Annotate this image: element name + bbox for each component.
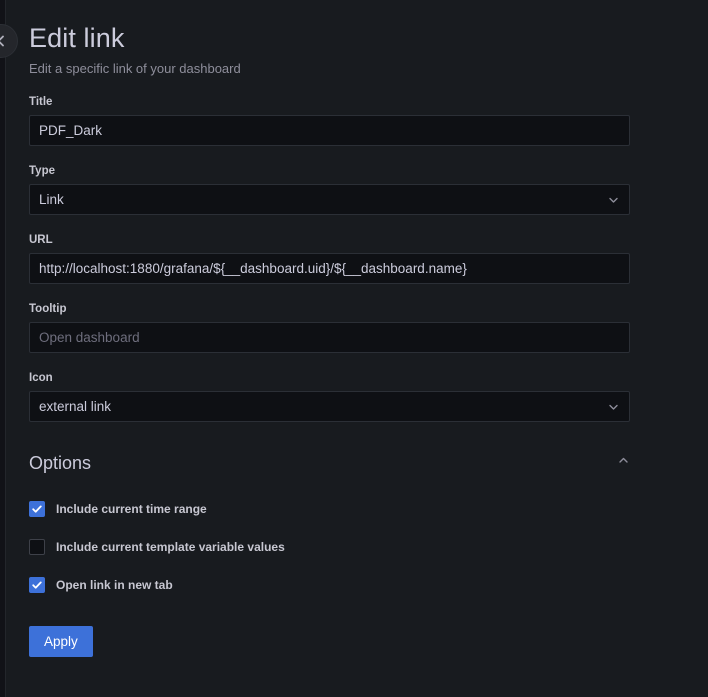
checkbox-label-include-template-vars: Include current template variable values	[56, 540, 285, 554]
apply-button[interactable]: Apply	[29, 626, 93, 657]
field-icon: Icon external link	[29, 371, 636, 422]
check-icon	[32, 505, 42, 513]
check-icon	[32, 581, 42, 589]
checkbox-row-include-template-vars[interactable]: Include current template variable values	[29, 539, 630, 555]
chevron-down-icon	[607, 193, 620, 206]
chevron-left-icon	[0, 34, 8, 48]
tooltip-label: Tooltip	[29, 303, 67, 315]
tooltip-input[interactable]: Open dashboard	[29, 322, 630, 353]
edit-link-pane: Edit link Edit a specific link of your d…	[0, 0, 708, 697]
options-section-header[interactable]: Options	[29, 452, 630, 474]
title-label: Title	[29, 96, 53, 108]
type-label: Type	[29, 165, 55, 177]
checkbox-open-new-tab[interactable]	[29, 577, 45, 593]
title-input[interactable]: PDF_Dark	[29, 115, 630, 146]
field-type: Type Link	[29, 164, 636, 215]
checkbox-include-template-vars[interactable]	[29, 539, 45, 555]
checkbox-row-include-time-range[interactable]: Include current time range	[29, 501, 630, 517]
checkbox-label-open-new-tab: Open link in new tab	[56, 578, 173, 592]
options-title: Options	[29, 453, 92, 473]
url-input[interactable]: http://localhost:1880/grafana/${__dashbo…	[29, 253, 630, 284]
chevron-up-icon	[617, 454, 630, 472]
url-label: URL	[29, 234, 53, 246]
field-url: URL http://localhost:1880/grafana/${__da…	[29, 233, 636, 284]
type-select[interactable]: Link	[29, 184, 630, 215]
type-select-value: Link	[39, 192, 64, 207]
checkbox-row-open-new-tab[interactable]: Open link in new tab	[29, 577, 630, 593]
checkbox-label-include-time-range: Include current time range	[56, 502, 207, 516]
chevron-down-icon	[607, 400, 620, 413]
edit-link-form: Edit link Edit a specific link of your d…	[7, 0, 708, 697]
icon-select[interactable]: external link	[29, 391, 630, 422]
checkbox-include-time-range[interactable]	[29, 501, 45, 517]
page-title: Edit link	[29, 23, 125, 53]
page-subtitle: Edit a specific link of your dashboard	[29, 61, 241, 76]
field-tooltip: Tooltip Open dashboard	[29, 302, 636, 353]
icon-select-value: external link	[39, 399, 112, 414]
field-title: Title PDF_Dark	[29, 95, 636, 146]
pane-left-edge	[0, 0, 6, 697]
icon-label: Icon	[29, 372, 53, 384]
